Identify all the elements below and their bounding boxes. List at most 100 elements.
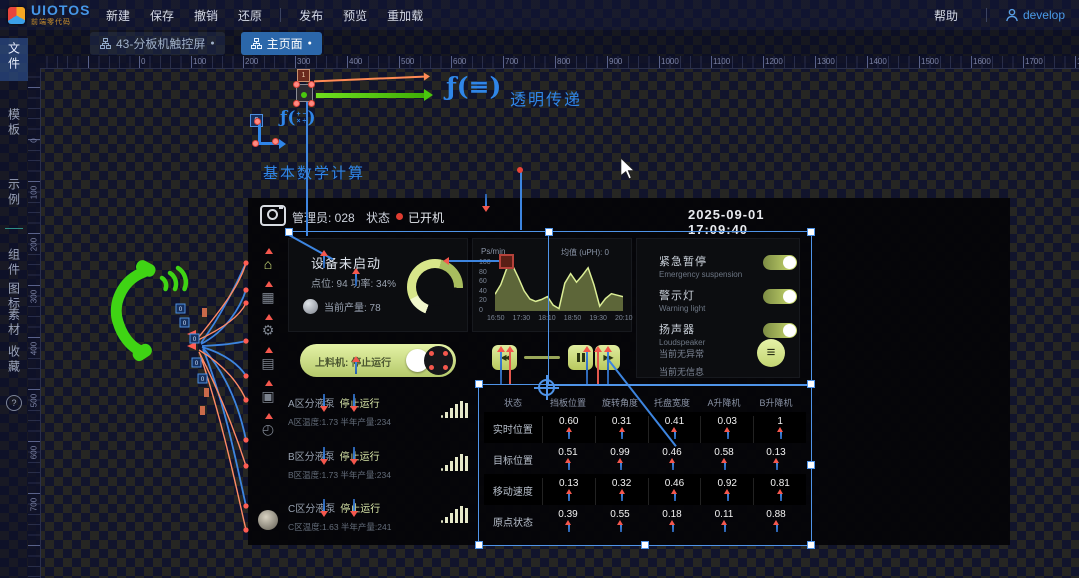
logo-title: UIOTOS bbox=[31, 1, 91, 18]
anchor-arrow-icon bbox=[352, 268, 360, 288]
selection-handle[interactable] bbox=[807, 380, 815, 388]
production-row: 当前产量: 78 bbox=[303, 299, 381, 314]
green-connection-arrow bbox=[316, 89, 433, 101]
admin-label: 管理员: 028 bbox=[292, 211, 355, 225]
device-list-item[interactable]: B区分液泵 停止运行 B区温度:1.73 半年产量:234 bbox=[288, 447, 470, 493]
sidebar-item-component[interactable]: 组件 bbox=[0, 248, 28, 283]
ruler-label: 900 bbox=[609, 57, 623, 66]
ruler-label: 1200 bbox=[765, 57, 783, 66]
node-handle[interactable] bbox=[252, 140, 259, 147]
transparent-pass-icon[interactable]: ƒ(≡) bbox=[446, 72, 501, 101]
node-handle[interactable] bbox=[293, 81, 300, 88]
nav-machine[interactable]: ▤ bbox=[256, 347, 280, 380]
selection-handle[interactable] bbox=[475, 541, 483, 549]
mouse-cursor bbox=[620, 158, 636, 180]
ruler-label: 1500 bbox=[921, 57, 939, 66]
sidebar-item-example[interactable]: 示例 bbox=[0, 178, 28, 213]
menu-item-help[interactable]: 帮助 bbox=[934, 7, 958, 24]
anchor-arrow-icon bbox=[497, 346, 505, 386]
menu-item-redo[interactable]: 还原 bbox=[238, 7, 262, 24]
selection-handle[interactable] bbox=[641, 541, 649, 549]
tab-modified-dot: ● bbox=[307, 39, 312, 47]
uiotos-logo[interactable]: UIOTOS 前端零代码 bbox=[8, 1, 96, 27]
ruler-label: 1600 bbox=[973, 57, 991, 66]
nav-files[interactable]: ▣ bbox=[256, 380, 280, 413]
menu-item-undo[interactable]: 撤销 bbox=[194, 7, 218, 24]
anchor-arrow-icon bbox=[506, 346, 514, 386]
node-port[interactable] bbox=[301, 92, 307, 98]
menu-item-new[interactable]: 新建 bbox=[106, 7, 130, 24]
menu-item-reload[interactable]: 重加载 bbox=[387, 7, 423, 24]
anchor-dots bbox=[429, 351, 434, 356]
camera-icon[interactable] bbox=[260, 205, 286, 226]
ruler-label: 600 bbox=[453, 57, 467, 66]
wire-vertical bbox=[306, 102, 308, 236]
node-handle[interactable] bbox=[293, 100, 300, 107]
anchor-target-box[interactable] bbox=[499, 254, 514, 269]
menu-item-save[interactable]: 保存 bbox=[150, 7, 174, 24]
menu-item-publish[interactable]: 发布 bbox=[299, 7, 323, 24]
selection-handle[interactable] bbox=[545, 228, 553, 236]
mini-bar-chart-icon bbox=[441, 505, 468, 523]
ruler-label: 400 bbox=[349, 57, 363, 66]
page-schema-icon bbox=[250, 37, 262, 49]
username: develop bbox=[1022, 8, 1065, 22]
anchor-arrow-icon bbox=[594, 346, 602, 386]
math-function-icon[interactable]: ƒ(+ − × ÷) bbox=[280, 108, 316, 128]
ruler-label: 0 bbox=[141, 57, 146, 66]
page-tab-bar: 43-分板机触控屏 ● 主页面 ● bbox=[28, 30, 1079, 56]
node-handle[interactable] bbox=[272, 138, 279, 145]
selection-handle[interactable] bbox=[285, 228, 293, 236]
nav-history[interactable]: ◴ bbox=[256, 413, 280, 446]
help-circle-icon[interactable]: ? bbox=[6, 395, 22, 411]
ruler-label: 1100 bbox=[713, 57, 731, 66]
node-handle[interactable] bbox=[254, 118, 261, 125]
selection-handle[interactable] bbox=[807, 541, 815, 549]
math-node-label: 基本数学计算 bbox=[263, 165, 366, 182]
tab-board-screen[interactable]: 43-分板机触控屏 ● bbox=[90, 31, 225, 55]
uiotos-editor: UIOTOS 前端零代码 新建 保存 撤销 还原 发布 预览 重加载 帮助 de… bbox=[0, 0, 1079, 578]
status-label: 状态 bbox=[366, 211, 391, 225]
user-account[interactable]: develop bbox=[1005, 8, 1065, 22]
device-status-panel[interactable]: 设备未启动 点位: 94 功率: 34% 当前产量: 78 bbox=[288, 238, 468, 332]
nav-settings[interactable]: ⚙ bbox=[256, 314, 280, 347]
sidebar-item-favorites[interactable]: 收藏 bbox=[0, 345, 28, 380]
tab-main-page[interactable]: 主页面 ● bbox=[240, 31, 322, 55]
nav-home[interactable]: ⌂ bbox=[256, 248, 280, 281]
wire-endpoint-dot[interactable] bbox=[517, 167, 523, 173]
sidebar-item-template[interactable]: 模板 bbox=[0, 108, 28, 143]
left-sidebar: 文件 模板 示例 组件 图标 素材 收藏 ? bbox=[0, 30, 28, 578]
device-list-item[interactable]: C区分液泵 停止运行 C区温度:1.63 半年产量:241 bbox=[288, 499, 470, 545]
sidebar-item-material[interactable]: 素材 bbox=[0, 308, 28, 343]
device-list-item[interactable]: A区分液泵 停止运行 A区温度:1.73 半年产量:234 bbox=[288, 394, 470, 440]
ruler-label: 500 bbox=[29, 393, 39, 408]
menu-divider bbox=[985, 8, 987, 22]
selection-handle[interactable] bbox=[475, 380, 483, 388]
gear-icon: ⚙ bbox=[261, 322, 275, 338]
device-state: 停止运行 bbox=[339, 399, 380, 410]
ruler-label: 1400 bbox=[869, 57, 887, 66]
hand-control-icon: ▦ bbox=[261, 289, 275, 305]
ruler-label: 100 bbox=[193, 57, 207, 66]
ruler-label: 500 bbox=[401, 57, 415, 66]
uiotos-logo-icon bbox=[8, 6, 25, 24]
sidebar-item-file[interactable]: 文件 bbox=[0, 38, 28, 81]
ruler-corner bbox=[28, 56, 40, 68]
ruler-label: 1000 bbox=[661, 57, 679, 66]
menu-item-preview[interactable]: 预览 bbox=[343, 7, 367, 24]
nav-control[interactable]: ▦ bbox=[256, 281, 280, 314]
production-value: 当前产量: 78 bbox=[324, 303, 381, 314]
feeder-slider[interactable]: 上料机: 停止运行 bbox=[300, 344, 456, 377]
selection-rect[interactable] bbox=[478, 384, 812, 546]
selection-handle[interactable] bbox=[807, 228, 815, 236]
axis-tick-label: 0 bbox=[479, 307, 483, 314]
wire-vertical bbox=[520, 172, 522, 230]
selection-handle[interactable] bbox=[807, 461, 815, 469]
ruler-label: 200 bbox=[245, 57, 259, 66]
avatar[interactable] bbox=[258, 510, 278, 530]
dashboard-header: 管理员: 028 状态 已开机 2025-09-01 17:09:40 bbox=[248, 198, 815, 237]
node-handle[interactable] bbox=[308, 100, 315, 107]
menu-bar: UIOTOS 前端零代码 新建 保存 撤销 还原 发布 预览 重加载 帮助 de… bbox=[0, 0, 1079, 30]
logo-subtitle: 前端零代码 bbox=[31, 18, 71, 26]
anchor-arrow-icon bbox=[350, 445, 358, 465]
